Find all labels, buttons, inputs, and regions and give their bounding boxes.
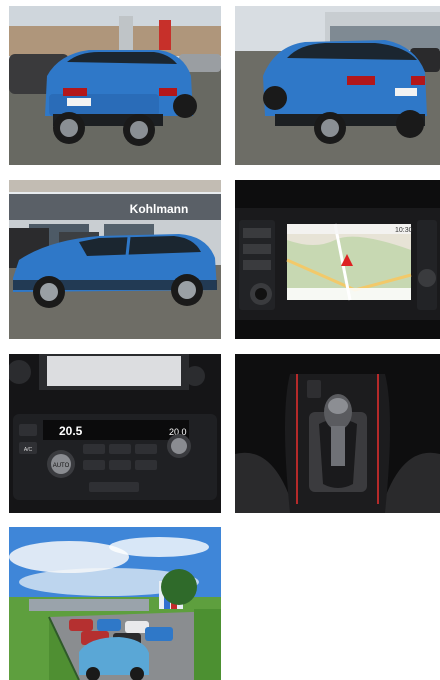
ac-label: A/C (24, 447, 33, 453)
gallery-photo-lot[interactable] (9, 527, 221, 680)
photo-gallery: Kohlmann 10:30 20.5 20.0 A/C AUTO (0, 0, 440, 680)
dealer-lot-image (9, 527, 221, 680)
auto-label: AUTO (53, 463, 70, 469)
navigation-screen-image: 10:30 (235, 180, 440, 339)
gallery-photo-rear-left[interactable] (9, 6, 221, 165)
gallery-photo-side-dealership[interactable]: Kohlmann (9, 180, 221, 339)
climate-control-image: 20.5 20.0 A/C AUTO (9, 354, 221, 513)
gallery-photo-rear-right[interactable] (235, 6, 440, 165)
car-rear-left-image (9, 6, 221, 165)
gallery-photo-navigation[interactable]: 10:30 (235, 180, 440, 339)
gallery-photo-climate[interactable]: 20.5 20.0 A/C AUTO (9, 354, 221, 513)
gallery-photo-gear-shift[interactable] (235, 354, 440, 513)
car-rear-right-image (235, 6, 440, 165)
nav-time: 10:30 (395, 227, 413, 234)
climate-left-temp: 20.5 (59, 424, 83, 438)
dealer-sign: Kohlmann (130, 202, 189, 216)
gear-shift-image (235, 354, 440, 513)
car-side-dealership-image: Kohlmann (9, 180, 221, 339)
